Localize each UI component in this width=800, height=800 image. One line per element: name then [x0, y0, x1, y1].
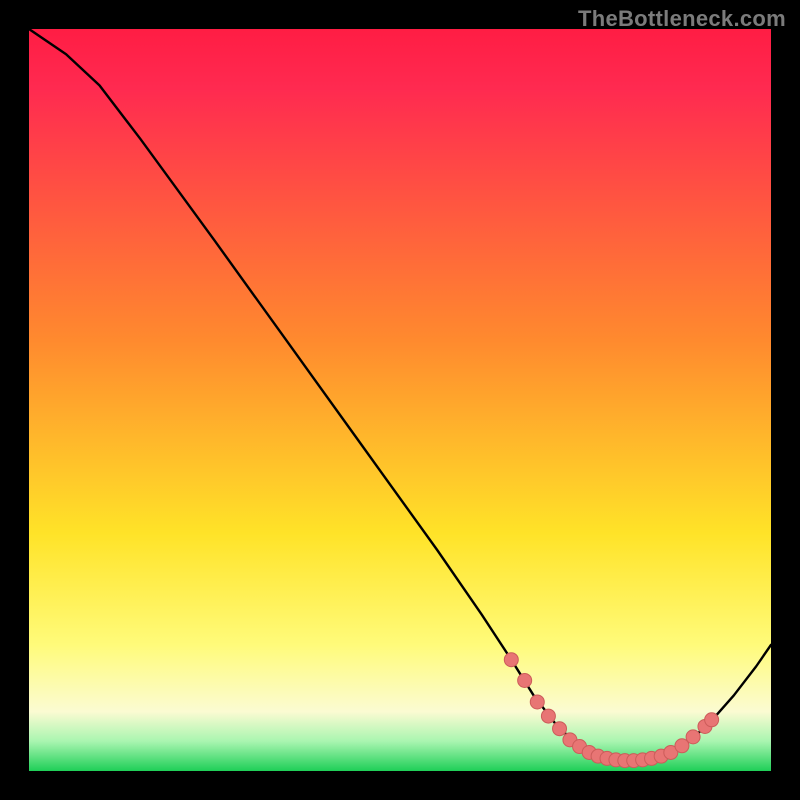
- chart-svg: [29, 29, 771, 771]
- highlight-dot: [686, 730, 700, 744]
- highlight-dot: [518, 673, 532, 687]
- highlight-dot: [705, 713, 719, 727]
- chart-stage: TheBottleneck.com: [0, 0, 800, 800]
- highlight-dot: [504, 653, 518, 667]
- highlight-dot: [530, 695, 544, 709]
- highlight-dot: [541, 709, 555, 723]
- highlight-dot: [553, 722, 567, 736]
- plot-area: [29, 29, 771, 771]
